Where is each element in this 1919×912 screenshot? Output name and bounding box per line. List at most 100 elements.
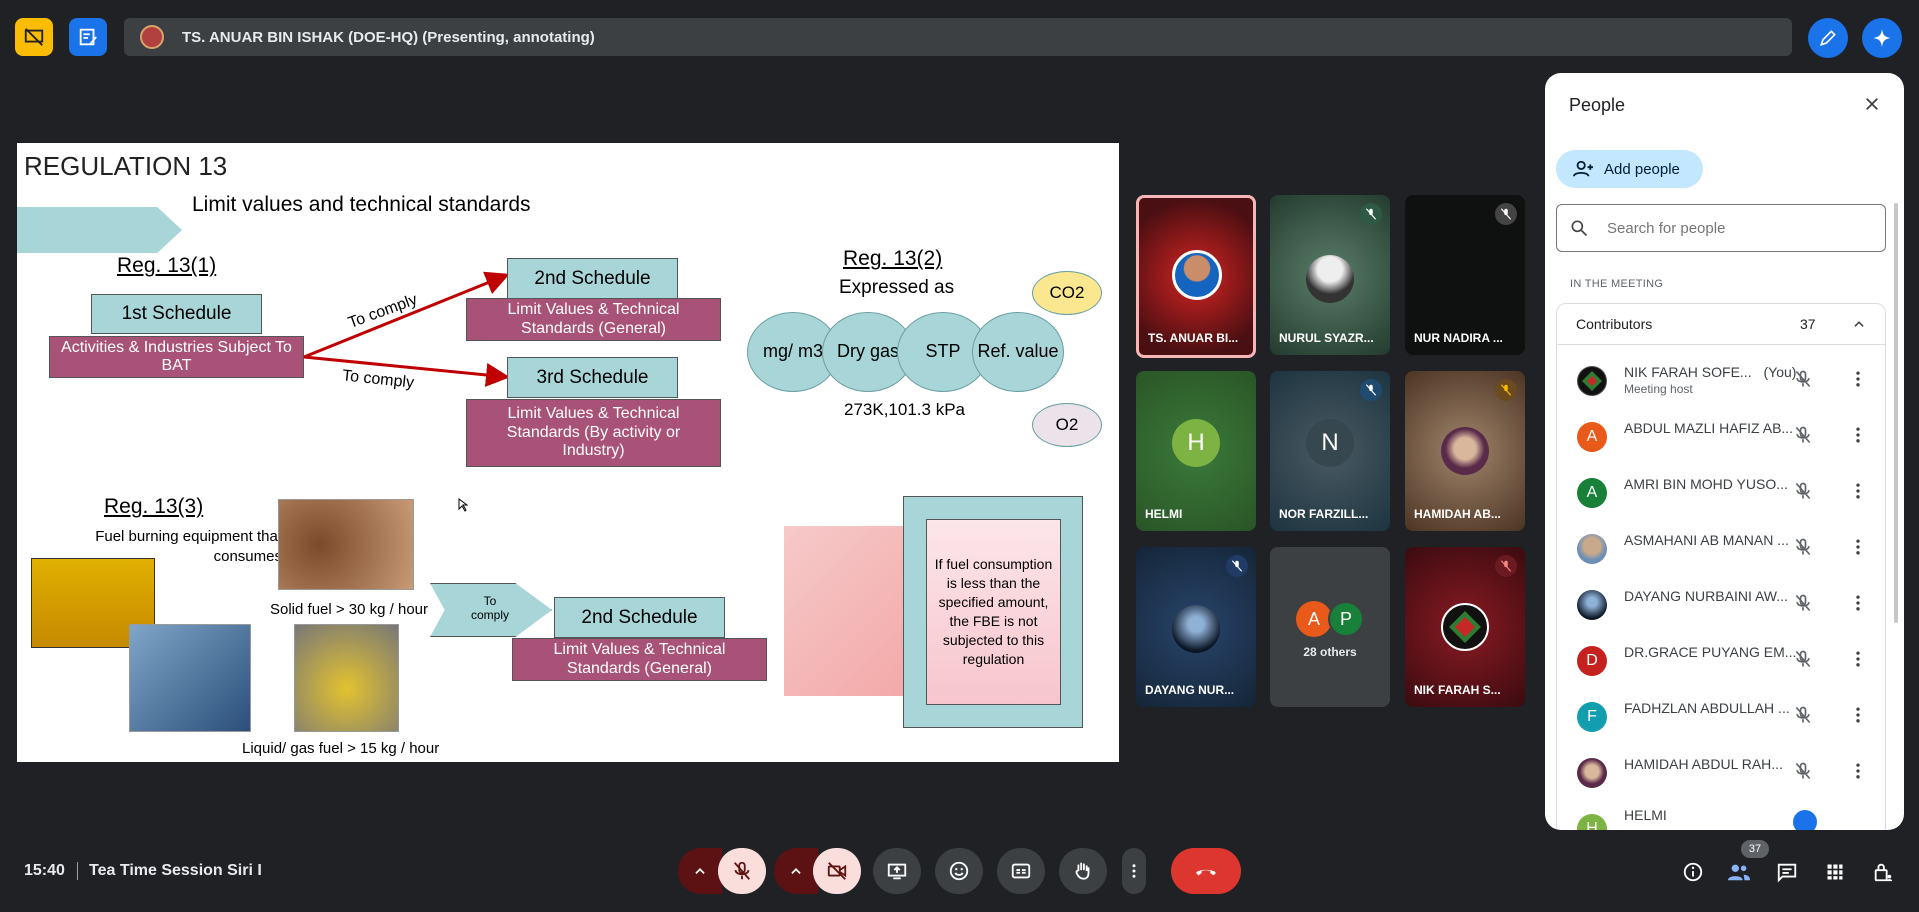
person-row[interactable]: HAMIDAH ABDUL RAH... <box>1545 743 1904 799</box>
participant-name: HELMI <box>1145 507 1183 521</box>
host-controls-button[interactable] <box>1870 859 1896 885</box>
doe-logo-avatar <box>1441 603 1489 651</box>
megaphone-image <box>784 526 914 696</box>
presenter-avatar <box>140 25 164 49</box>
participant-tile-helmi[interactable]: H HELMI <box>1136 371 1256 531</box>
people-icon <box>1727 864 1751 881</box>
clock: 15:40 <box>24 862 65 879</box>
participant-name: NUR NADIRA ... <box>1414 331 1503 345</box>
chat-icon <box>1777 863 1797 883</box>
person-row[interactable]: DAYANG NURBAINI AW... <box>1545 575 1904 631</box>
participant-tile-anuar[interactable]: TS. ANUAR BI... <box>1136 195 1256 358</box>
contributors-label: Contributors <box>1576 316 1653 332</box>
person-name: ABDUL MAZLI HAFIZ AB... <box>1624 420 1794 436</box>
add-people-button[interactable]: Add people <box>1556 150 1703 188</box>
expressed-as-label: Expressed as <box>839 277 955 298</box>
leave-call-button[interactable] <box>1171 848 1241 894</box>
search-field[interactable] <box>1556 204 1886 252</box>
to-comply-arrow-label: To comply <box>470 594 509 623</box>
more-vert-icon[interactable] <box>1848 649 1868 669</box>
closed-caption-icon <box>1011 863 1031 879</box>
participant-tile-nor[interactable]: N NOR FARZILL... <box>1270 371 1390 531</box>
contributors-header[interactable]: Contributors 37 <box>1556 303 1886 345</box>
present-button[interactable] <box>873 848 921 894</box>
participant-name: NOR FARZILL... <box>1279 507 1369 521</box>
person-row[interactable]: D DR.GRACE PUYANG EM... <box>1545 631 1904 687</box>
videocam-off-icon <box>827 862 847 880</box>
second-schedule-box-b: 2nd Schedule <box>554 597 725 638</box>
call-end-icon <box>1196 869 1216 876</box>
chat-button[interactable] <box>1774 859 1800 885</box>
mic-options-button[interactable] <box>678 848 722 894</box>
activities-button[interactable] <box>1822 859 1848 885</box>
present-screen-icon <box>887 863 907 880</box>
mic-toggle-button[interactable] <box>718 848 766 894</box>
person-name: AMRI BIN MOHD YUSO... <box>1624 476 1788 492</box>
others-avatar-a: A <box>1296 601 1332 637</box>
annotate-button[interactable] <box>69 18 107 56</box>
participant-avatar: N <box>1306 419 1354 467</box>
person-avatar <box>1577 758 1607 788</box>
add-people-label: Add people <box>1604 160 1680 178</box>
more-options-button[interactable] <box>1122 848 1146 894</box>
captions-button[interactable] <box>997 848 1045 894</box>
liquid-fuel-label: Liquid/ gas fuel > 15 kg / hour <box>242 740 440 757</box>
info-icon <box>1683 862 1703 882</box>
person-row[interactable]: A ABDUL MAZLI HAFIZ AB... <box>1545 407 1904 463</box>
speaking-indicator <box>1793 810 1817 830</box>
pen-button[interactable] <box>1808 18 1848 58</box>
more-vert-icon[interactable] <box>1848 369 1868 389</box>
meeting-info-button[interactable] <box>1680 859 1706 885</box>
hand-icon <box>1075 862 1090 880</box>
more-vert-icon[interactable] <box>1848 425 1868 445</box>
person-row[interactable]: ASMAHANI AB MANAN ... <box>1545 519 1904 575</box>
more-vert-icon[interactable] <box>1848 481 1868 501</box>
reactions-button[interactable] <box>935 848 983 894</box>
person-avatar <box>1577 366 1607 396</box>
pen-icon <box>1820 30 1836 46</box>
note-text: If fuel consumption is less than the spe… <box>934 556 1053 667</box>
co2-oval: CO2 <box>1032 271 1102 315</box>
limit-values-general-a: Limit Values & Technical Standards (Gene… <box>466 298 721 341</box>
limit-values-activity: Limit Values & Technical Standards (By a… <box>466 399 721 467</box>
camera-options-button[interactable] <box>774 848 818 894</box>
raise-hand-button[interactable] <box>1059 848 1107 894</box>
more-vert-icon[interactable] <box>1848 537 1868 557</box>
participant-tile-nik-farah[interactable]: NIK FARAH S... <box>1405 547 1525 707</box>
person-row[interactable]: NIK FARAH SOFE... (You) Meeting host <box>1545 351 1904 407</box>
search-input[interactable] <box>1607 217 1867 239</box>
note-box: If fuel consumption is less than the spe… <box>926 519 1061 705</box>
chevron-up-icon <box>695 868 705 874</box>
more-vert-icon[interactable] <box>1848 705 1868 725</box>
annotate-icon <box>79 28 97 46</box>
mic-off-icon <box>1795 370 1811 388</box>
participant-tile-hamidah[interactable]: HAMIDAH AB... <box>1405 371 1525 531</box>
person-name: DAYANG NURBAINI AW... <box>1624 588 1788 604</box>
person-row[interactable]: F FADHZLAN ABDULLAH ... <box>1545 687 1904 743</box>
close-icon[interactable] <box>1863 95 1881 113</box>
panel-scrollbar[interactable] <box>1894 203 1898 623</box>
person-avatar <box>1577 534 1607 564</box>
others-tile[interactable]: A P 28 others <box>1270 547 1390 707</box>
people-panel: People Add people IN THE MEETING Contrib… <box>1545 73 1904 830</box>
section-label: IN THE MEETING <box>1570 278 1664 290</box>
mic-off-icon <box>1795 650 1811 668</box>
camera-toggle-button[interactable] <box>813 848 861 894</box>
stop-presenting-button[interactable] <box>15 18 53 56</box>
participant-tile-nadira[interactable]: NUR NADIRA ... <box>1405 195 1525 355</box>
person-row[interactable]: A AMRI BIN MOHD YUSO... <box>1545 463 1904 519</box>
more-vert-icon[interactable] <box>1848 593 1868 613</box>
participant-name: NURUL SYAZR... <box>1279 331 1374 345</box>
present-off-icon <box>24 28 44 46</box>
person-row[interactable]: H HELMI <box>1545 799 1904 830</box>
person-name: ASMAHANI AB MANAN ... <box>1624 532 1789 548</box>
stp-values-label: 273K,101.3 kPa <box>844 400 965 419</box>
participant-tile-nurul[interactable]: NURUL SYAZR... <box>1270 195 1390 355</box>
participant-tile-dayang[interactable]: DAYANG NUR... <box>1136 547 1256 707</box>
people-count-badge: 37 <box>1741 840 1769 858</box>
presentation-slide: REGULATION 13 Limit values and technical… <box>17 143 1119 762</box>
ref-value-oval: Ref. value <box>972 312 1064 392</box>
more-vert-icon[interactable] <box>1848 761 1868 781</box>
gemini-button[interactable] <box>1862 18 1902 58</box>
people-button[interactable] <box>1726 859 1752 885</box>
